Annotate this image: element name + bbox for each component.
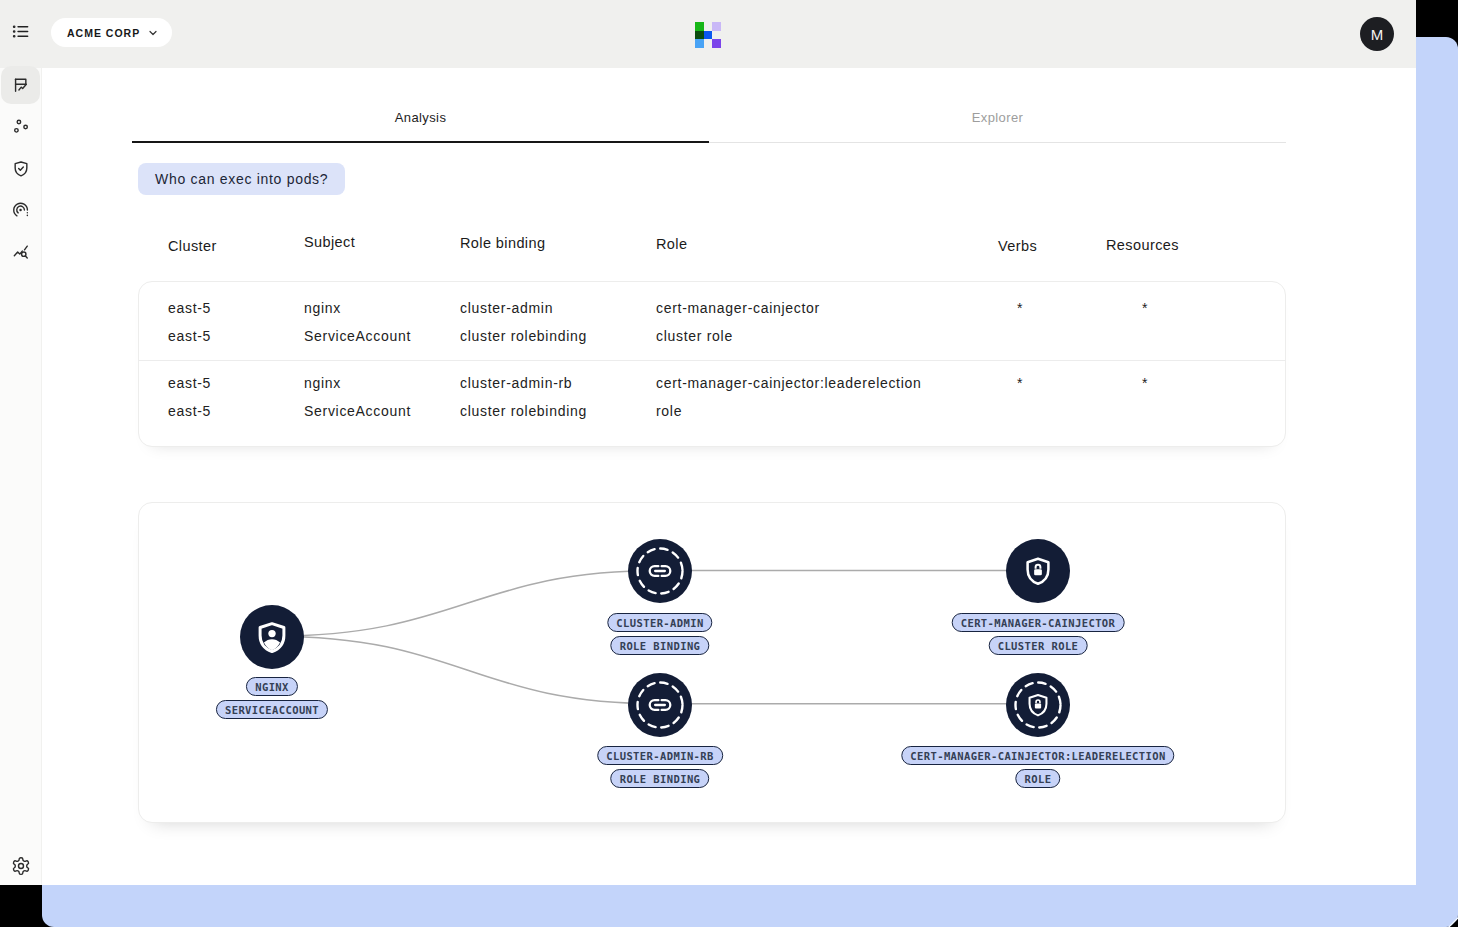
cell-role: role (656, 403, 682, 419)
tab-bar: Analysis Explorer (132, 98, 1286, 143)
cell-role: cluster role (656, 328, 733, 344)
network-dots-icon (11, 117, 31, 137)
graph-node-role-2[interactable] (1006, 673, 1070, 737)
chevron-down-icon (147, 27, 159, 39)
node-labels-role-2: CERT-MANAGER-CAINJECTOR:LEADERELECTION R… (901, 746, 1174, 788)
column-header-subject: Subject (304, 234, 355, 250)
tab-analysis[interactable]: Analysis (132, 98, 709, 143)
cell-subject: ServiceAccount (304, 328, 411, 344)
cell-resources: * (1125, 300, 1165, 316)
shield-check-icon (11, 159, 31, 179)
column-header-role: Role (656, 236, 687, 252)
mouse-cursor (1445, 914, 1458, 927)
trend-search-icon (11, 242, 31, 262)
sidebar-item-graph[interactable] (1, 108, 40, 146)
node-labels-role-1: CERT-MANAGER-CAINJECTOR CLUSTER ROLE (952, 613, 1125, 655)
cell-verbs: * (1000, 375, 1040, 391)
top-header: ACME CORP M (0, 0, 1416, 68)
node-labels-rolebinding-2: CLUSTER-ADMIN-RB ROLE BINDING (597, 746, 723, 788)
link-icon (647, 692, 673, 718)
cell-role: cert-manager-cainjector (656, 300, 820, 316)
node-label-pill[interactable]: CERT-MANAGER-CAINJECTOR:LEADERELECTION (901, 746, 1174, 765)
cell-role: cert-manager-cainjector:leaderelection (656, 375, 922, 391)
cell-cluster: east-5 (168, 300, 211, 316)
link-icon (647, 558, 673, 584)
cell-role-binding: cluster rolebinding (460, 403, 587, 419)
cell-cluster: east-5 (168, 375, 211, 391)
shield-lock-icon (1022, 555, 1054, 587)
column-header-verbs: Verbs (998, 238, 1037, 254)
node-label-pill[interactable]: CLUSTER-ADMIN-RB (597, 746, 723, 765)
node-label-pill[interactable]: ROLE BINDING (611, 636, 710, 655)
flag-chart-icon (11, 75, 31, 95)
graph-node-rolebinding-1[interactable] (628, 539, 692, 603)
app-window: ACME CORP M (0, 0, 1416, 885)
icon-sidebar (0, 68, 42, 885)
cell-role-binding: cluster-admin-rb (460, 375, 572, 391)
user-shield-icon (255, 620, 289, 654)
cell-role-binding: cluster-admin (460, 300, 553, 316)
node-label-pill[interactable]: ROLE (1016, 769, 1061, 788)
graph-node-subject[interactable] (240, 605, 304, 669)
node-label-pill[interactable]: SERVICEACCOUNT (216, 700, 328, 719)
brand-logo (695, 22, 721, 48)
column-header-resources: Resources (1106, 237, 1179, 253)
sidebar-item-settings[interactable] (1, 847, 40, 885)
node-labels-rolebinding-1: CLUSTER-ADMIN ROLE BINDING (607, 613, 712, 655)
settings-gear-icon (11, 856, 31, 876)
tab-explorer[interactable]: Explorer (709, 98, 1286, 143)
node-label-pill[interactable]: CERT-MANAGER-CAINJECTOR (952, 613, 1125, 632)
cell-role-binding: cluster rolebinding (460, 328, 587, 344)
column-header-rolebinding: Role binding (460, 235, 545, 251)
cell-verbs: * (1000, 300, 1040, 316)
graph-card: NGINX SERVICEACCOUNT CLUSTER-ADMIN ROLE … (138, 502, 1286, 823)
sidebar-item-security[interactable] (1, 150, 40, 188)
graph-node-rolebinding-2[interactable] (628, 673, 692, 737)
cell-cluster: east-5 (168, 403, 211, 419)
radar-icon (11, 200, 31, 220)
row-divider (138, 360, 1286, 361)
cell-subject: ServiceAccount (304, 403, 411, 419)
node-label-pill[interactable]: CLUSTER ROLE (989, 636, 1088, 655)
cell-subject: nginx (304, 300, 341, 316)
query-chip[interactable]: Who can exec into pods? (138, 163, 345, 195)
node-label-pill[interactable]: NGINX (246, 677, 298, 696)
shield-lock-icon (1025, 692, 1051, 718)
sidebar-item-alerts[interactable] (1, 191, 40, 229)
user-avatar[interactable]: M (1360, 17, 1394, 51)
graph-node-role-1[interactable] (1006, 539, 1070, 603)
cell-cluster: east-5 (168, 328, 211, 344)
cell-subject: nginx (304, 375, 341, 391)
column-header-cluster: Cluster (168, 238, 217, 254)
node-labels-subject: NGINX SERVICEACCOUNT (216, 677, 328, 719)
org-switcher-button[interactable]: ACME CORP (51, 18, 172, 47)
org-switcher-label: ACME CORP (67, 27, 140, 39)
cell-resources: * (1125, 375, 1165, 391)
avatar-initial: M (1371, 26, 1384, 43)
list-menu-icon[interactable] (11, 22, 30, 41)
node-label-pill[interactable]: CLUSTER-ADMIN (607, 613, 712, 632)
node-label-pill[interactable]: ROLE BINDING (611, 769, 710, 788)
sidebar-item-analysis[interactable] (1, 66, 40, 104)
sidebar-item-insights[interactable] (1, 233, 40, 271)
